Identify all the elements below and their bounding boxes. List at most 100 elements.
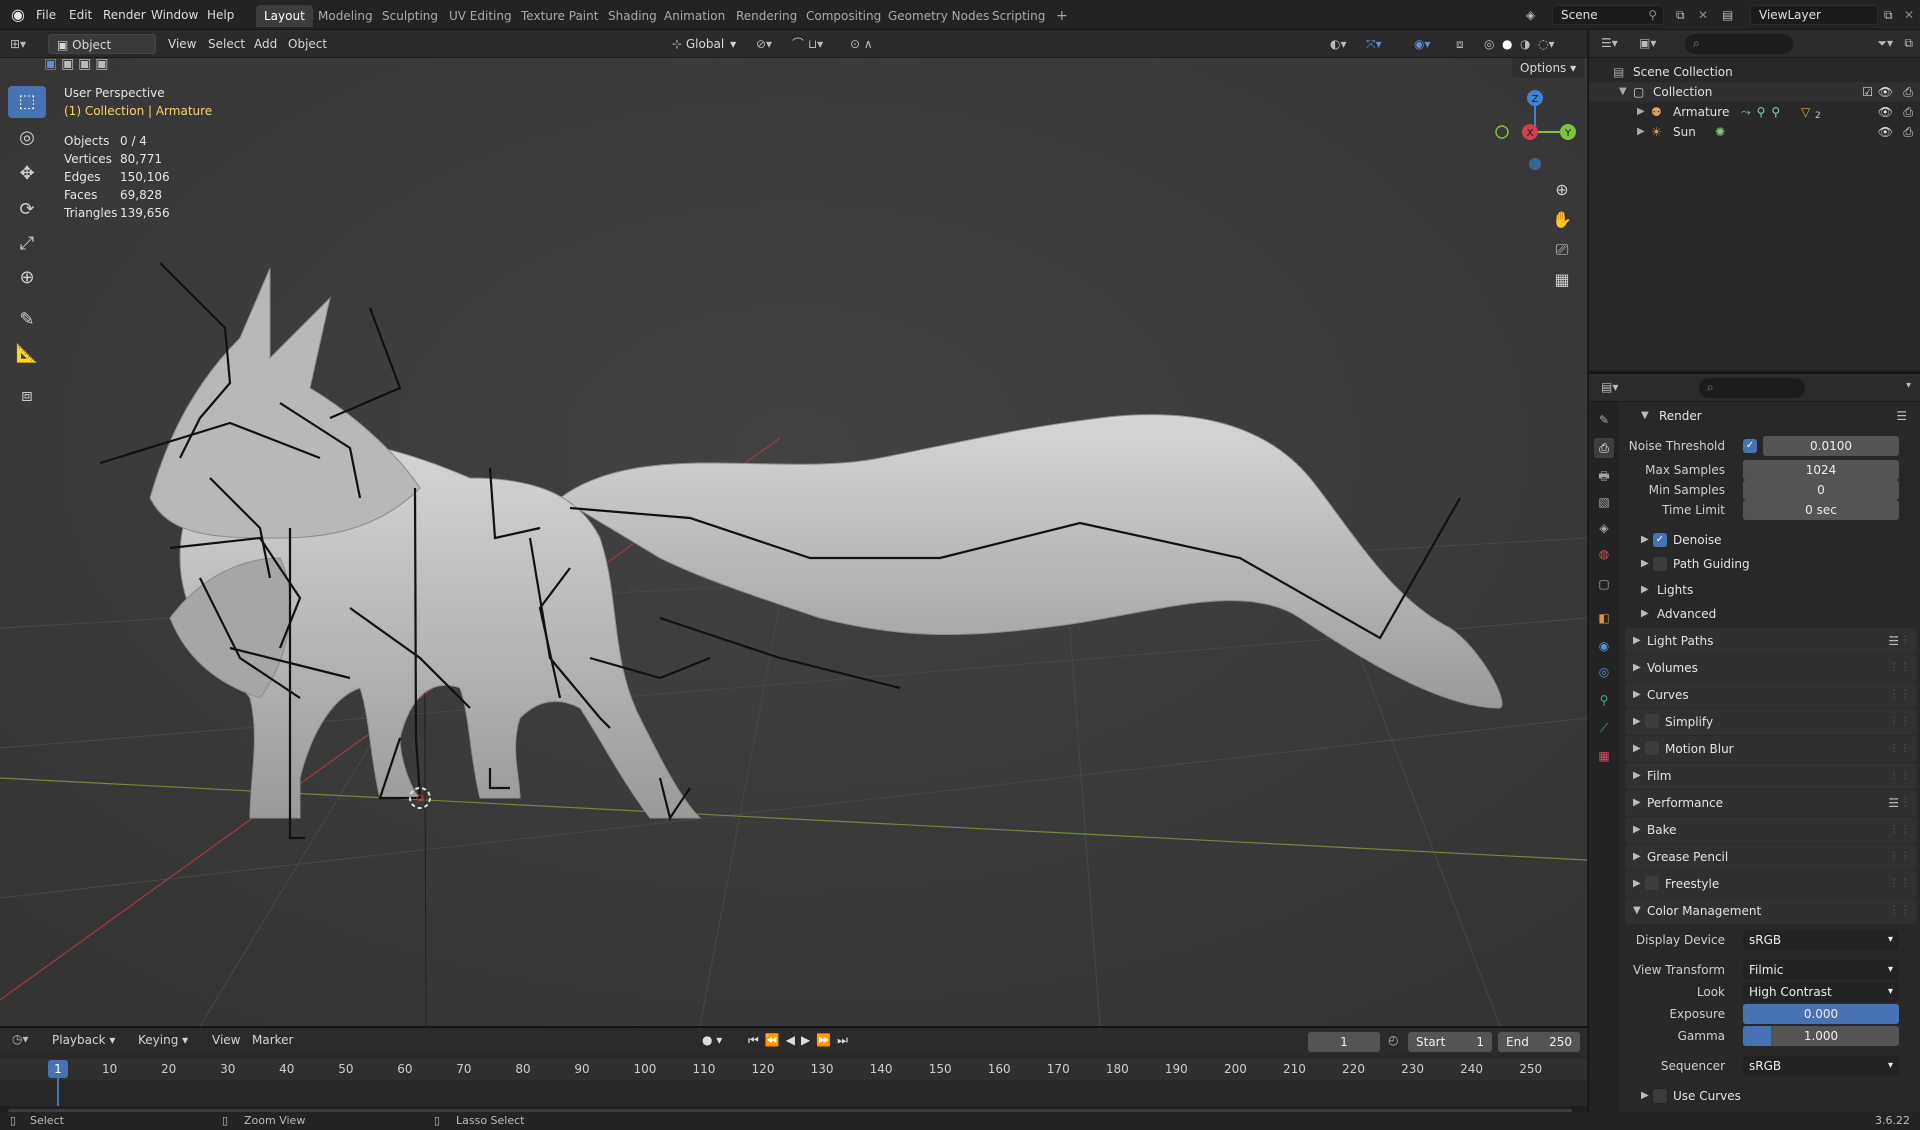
measure-tool-icon[interactable]: 📐 [8,338,46,370]
shading-material-icon[interactable]: ◑ [1520,34,1530,54]
select-mode-buttons[interactable]: ▣ ▣ ▣ ▣ [44,58,144,76]
camera-icon[interactable]: ⎙ [1903,122,1913,142]
panel-film[interactable]: ▶ Film ⋮⋮ [1625,763,1917,789]
output-tab-icon[interactable]: 🖶 [1594,466,1614,486]
tab-geometry-nodes[interactable]: Geometry Nodes [880,5,997,27]
select-extend-icon[interactable]: ▣ [61,58,74,72]
tool-tab-icon[interactable]: ✎ [1594,410,1614,430]
tab-texture-paint[interactable]: Texture Paint [513,5,606,27]
move-tool-icon[interactable]: ✥ [8,158,46,190]
view-transform-select[interactable]: Filmic ▾ [1743,960,1899,980]
outliner-row-collection[interactable]: ▼ ▢ Collection ☑ 👁 ⎙ [1589,82,1920,102]
menu-keying[interactable]: Keying ▾ [138,1033,188,1047]
panel-grease-pencil[interactable]: ▶ Grease Pencil ⋮⋮ [1625,844,1917,870]
world-tab-icon[interactable]: ◍ [1594,544,1614,564]
menu-object[interactable]: Object [288,34,327,54]
noise-threshold-field[interactable]: 0.0100 [1763,436,1899,456]
advanced-subpanel[interactable]: ▶ Advanced [1641,602,1920,626]
exposure-slider[interactable]: 0.000 [1743,1004,1899,1024]
perspective-toggle-icon[interactable]: ▦ [1548,266,1576,294]
blender-logo-icon[interactable]: ◉ [8,5,28,25]
cursor-tool-icon[interactable]: ◎ [8,122,46,154]
camera-view-icon[interactable]: ⎚ [1548,236,1576,264]
shading-wireframe-icon[interactable]: ◎ [1484,34,1494,54]
outliner-row-sun[interactable]: ▶ ☀ Sun ✺ 👁 ⎙ [1589,122,1920,142]
texture-tab-icon[interactable]: ▦ [1594,746,1614,766]
filter-view-icon[interactable]: ▣▾ [1639,36,1656,50]
drag-handle-icon[interactable]: ⋮⋮ [1889,763,1911,789]
view-layer-icon[interactable]: ▤ [1722,0,1733,30]
transform-tool-icon[interactable]: ⊕ [8,262,46,294]
record-icon[interactable]: ● ▾ [702,1033,722,1047]
menu-edit[interactable]: Edit [69,0,92,30]
drag-handle-icon[interactable]: ⋮⋮ [1889,709,1911,735]
panel-freestyle[interactable]: ▶ Freestyle ⋮⋮ [1625,871,1917,897]
denoise-checkbox[interactable]: ✓ [1653,533,1667,547]
armature-data-tab-icon[interactable]: ⚲ [1594,690,1614,710]
chevron-right-icon[interactable]: ▶ [1637,102,1645,122]
view-layer-selector[interactable]: ViewLayer [1750,5,1878,25]
motion-blur-checkbox[interactable] [1645,741,1659,755]
delete-view-layer-icon[interactable]: ✕ [1904,0,1914,30]
tab-compositing[interactable]: Compositing [798,5,889,27]
min-samples-field[interactable]: 0 [1743,480,1899,500]
menu-add[interactable]: Add [254,34,277,54]
select-intersect-icon[interactable]: ▣ [95,58,108,72]
tab-animation[interactable]: Animation [656,5,733,27]
gizmo-neg-z-icon[interactable] [1529,158,1541,170]
new-collection-icon[interactable]: ⧉ [1904,36,1913,51]
delete-scene-icon[interactable]: ✕ [1698,0,1708,30]
freestyle-checkbox[interactable] [1645,876,1659,890]
panel-light-paths[interactable]: ▶ Light Paths ☰ ⋮⋮ [1625,628,1917,654]
drag-handle-icon[interactable]: ⋮⋮ [1889,790,1911,816]
annotate-tool-icon[interactable]: ✎ [8,304,46,336]
editor-type-icon[interactable]: ▤▾ [1601,380,1618,394]
editor-type-icon[interactable]: ⊞▾ [10,34,26,54]
menu-playback[interactable]: Playback ▾ [52,1033,115,1047]
gizmo-neg-y-icon[interactable] [1495,125,1509,139]
checkbox-icon[interactable]: ☑ [1862,82,1873,102]
3d-viewport[interactable]: ▣ ▣ ▣ ▣ ⬚ ◎ ✥ ⟳ ⤢ ⊕ ✎ 📐 ⧈ User Perspecti… [0,58,1587,1026]
navigation-gizmo[interactable]: Z Y X [1490,86,1580,176]
menu-window[interactable]: Window [151,0,198,30]
drag-handle-icon[interactable]: ⋮⋮ [1889,736,1911,762]
select-new-icon[interactable]: ▣ [44,58,57,72]
new-scene-icon[interactable]: ⧉ [1676,0,1685,30]
menu-file[interactable]: File [36,0,56,30]
chevron-down-icon[interactable]: ▾ [1906,380,1911,391]
panel-simplify[interactable]: ▶ Simplify ⋮⋮ [1625,709,1917,735]
gamma-slider[interactable]: 1.000 [1743,1026,1899,1046]
path-guiding-checkbox[interactable] [1653,557,1667,571]
select-subtract-icon[interactable]: ▣ [78,58,91,72]
tab-sculpting[interactable]: Sculpting [374,5,446,27]
menu-view[interactable]: View [212,1033,240,1047]
end-frame-field[interactable]: End 250 [1498,1032,1580,1052]
new-view-layer-icon[interactable]: ⧉ [1884,0,1893,30]
menu-render[interactable]: Render [103,0,146,30]
panel-motion-blur[interactable]: ▶ Motion Blur ⋮⋮ [1625,736,1917,762]
panel-curves[interactable]: ▶ Curves ⋮⋮ [1625,682,1917,708]
sequencer-select[interactable]: sRGB ▾ [1743,1056,1899,1076]
denoise-subpanel[interactable]: ▶ ✓ Denoise [1641,528,1920,552]
modifier-tab-icon[interactable]: ◉ [1594,636,1614,656]
display-device-select[interactable]: sRGB ▾ [1743,930,1899,950]
simplify-checkbox[interactable] [1645,714,1659,728]
pin-icon[interactable]: ⚲ [1648,6,1657,24]
tab-scripting[interactable]: Scripting [984,5,1053,27]
select-box-tool-icon[interactable]: ⬚ [8,86,46,118]
view-layer-tab-icon[interactable]: ▧ [1594,492,1614,512]
camera-icon[interactable]: ⎙ [1903,82,1913,102]
drag-handle-icon[interactable]: ⋮⋮ [1889,871,1911,897]
panel-performance[interactable]: ▶ Performance ☰ ⋮⋮ [1625,790,1917,816]
xray-icon[interactable]: ⧈ [1456,34,1464,54]
eye-icon[interactable]: 👁 [1878,122,1893,142]
menu-marker[interactable]: Marker [252,1033,293,1047]
tab-rendering[interactable]: Rendering [728,5,805,27]
shading-rendered-icon[interactable]: ◌▾ [1538,34,1555,54]
drag-handle-icon[interactable]: ⋮⋮ [1889,655,1911,681]
add-cube-tool-icon[interactable]: ⧈ [8,380,46,412]
eye-icon[interactable]: 👁 [1878,102,1893,122]
drag-handle-icon[interactable]: ⋮⋮ [1889,817,1911,843]
panel-volumes[interactable]: ▶ Volumes ⋮⋮ [1625,655,1917,681]
properties-search-input[interactable]: ⌕ [1699,378,1805,398]
